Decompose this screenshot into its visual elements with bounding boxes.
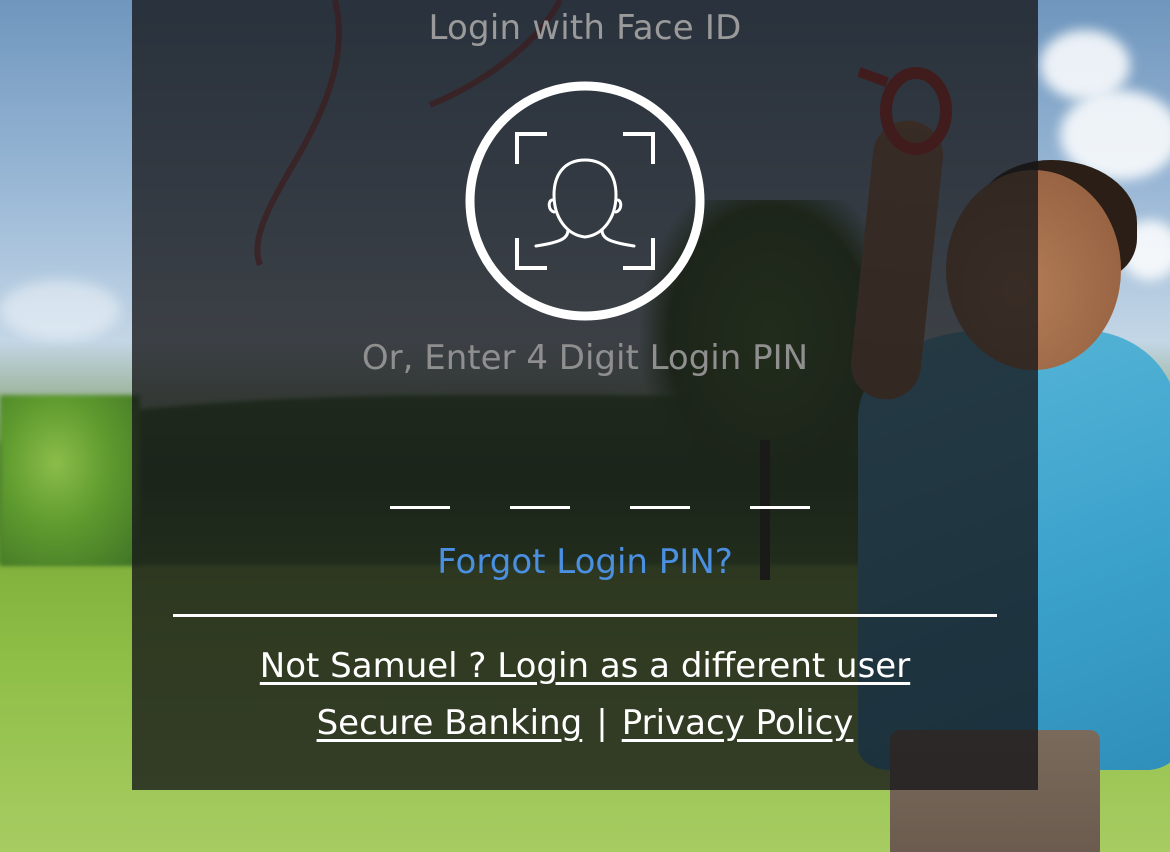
pin-digit-1[interactable] — [390, 470, 450, 509]
footer-separator: | — [596, 703, 608, 743]
secure-banking-link[interactable]: Secure Banking — [317, 703, 583, 743]
forgot-pin-row: Forgot Login PIN? — [132, 542, 1038, 582]
privacy-policy-link[interactable]: Privacy Policy — [622, 703, 854, 743]
faceid-title: Login with Face ID — [428, 8, 742, 48]
switch-user-link[interactable]: Not Samuel ? Login as a different user — [260, 646, 910, 686]
footer-links: Secure Banking | Privacy Policy — [132, 703, 1038, 743]
pin-digit-2[interactable] — [510, 470, 570, 509]
forgot-pin-link[interactable]: Forgot Login PIN? — [437, 542, 733, 582]
login-screen: Login with Face ID Or, Enter 4 Digit Log… — [0, 0, 1170, 852]
pin-input-group — [390, 470, 810, 510]
pin-digit-4[interactable] — [750, 470, 810, 509]
divider — [173, 614, 997, 617]
faceid-button[interactable] — [464, 80, 706, 322]
face-id-icon — [465, 81, 705, 321]
switch-user-row: Not Samuel ? Login as a different user — [132, 646, 1038, 686]
pin-digit-3[interactable] — [630, 470, 690, 509]
login-panel: Login with Face ID Or, Enter 4 Digit Log… — [132, 0, 1038, 790]
pin-title: Or, Enter 4 Digit Login PIN — [361, 338, 809, 378]
